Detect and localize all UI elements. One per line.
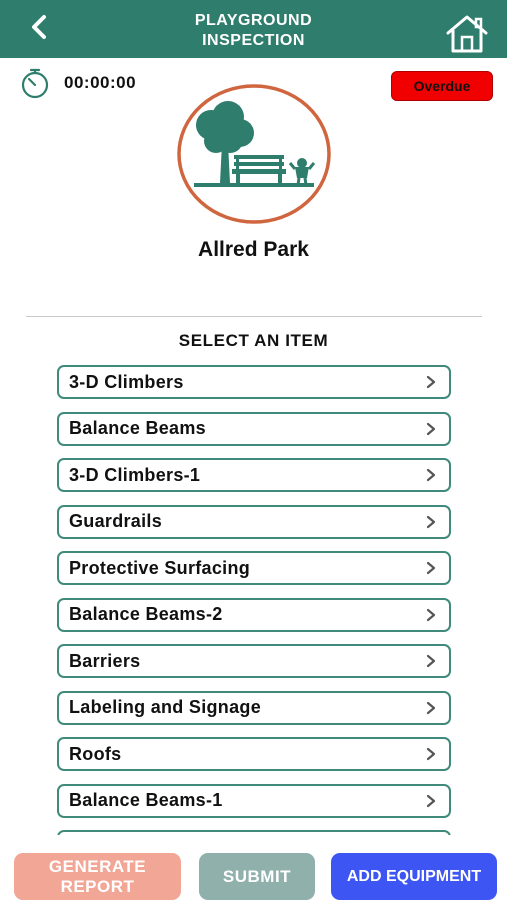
- submit-button[interactable]: SUBMIT: [199, 853, 315, 900]
- list-item[interactable]: Barriers: [57, 644, 451, 678]
- chevron-right-icon: [425, 468, 439, 482]
- chevron-right-icon: [425, 515, 439, 529]
- list-item[interactable]: Roofs: [57, 737, 451, 771]
- list-item-label: 3-D Climbers: [69, 371, 184, 392]
- list-item-label: Balance Beams-2: [69, 604, 223, 624]
- list-item[interactable]: [57, 830, 451, 835]
- chevron-right-icon: [425, 561, 439, 575]
- list-item-label: Guardrails: [69, 511, 163, 531]
- list-item[interactable]: Balance Beams-2: [57, 597, 451, 632]
- generate-report-line-2: REPORT: [60, 876, 135, 896]
- chevron-right-icon: [425, 747, 439, 761]
- generate-report-label: GENERATE REPORT: [49, 857, 146, 897]
- list-item-label: Protective Surfacing: [69, 557, 251, 578]
- chevron-right-icon: [425, 654, 439, 668]
- page-title-line-2: INSPECTION: [202, 32, 305, 49]
- home-icon: [446, 15, 488, 53]
- chevron-right-icon: [425, 375, 439, 389]
- list-item[interactable]: Balance Beams: [57, 411, 451, 446]
- chevron-right-icon: [425, 608, 439, 622]
- list-item[interactable]: Balance Beams-1: [57, 783, 451, 818]
- inspection-timer: 00:00:00: [20, 66, 136, 100]
- generate-report-button[interactable]: GENERATE REPORT: [14, 853, 181, 900]
- timer-value: 00:00:00: [64, 73, 137, 92]
- list-item[interactable]: Protective Surfacing: [57, 551, 451, 585]
- chevron-right-icon: [425, 701, 439, 715]
- list-item-label: Barriers: [69, 650, 141, 671]
- list-item[interactable]: 3-D Climbers: [57, 365, 451, 399]
- list-item[interactable]: Guardrails: [57, 504, 451, 539]
- app-header: PLAYGROUND INSPECTION: [0, 0, 507, 58]
- add-equipment-button[interactable]: ADD EQUIPMENT: [331, 853, 497, 900]
- park-name: Allred Park: [198, 238, 309, 261]
- list-item-label: Balance Beams-1: [69, 790, 223, 810]
- stopwatch-icon: [21, 68, 49, 99]
- list-item[interactable]: 3-D Climbers-1: [57, 458, 451, 492]
- chevron-left-icon: [32, 15, 46, 39]
- page-title: PLAYGROUND INSPECTION: [120, 11, 387, 51]
- park-logo: [176, 83, 332, 225]
- list-item-label: Roofs: [69, 743, 122, 764]
- equipment-list[interactable]: 3-D Climbers Balance Beams 3-D Climbers-…: [57, 365, 451, 835]
- list-item-label: Balance Beams: [69, 418, 206, 438]
- back-button[interactable]: [22, 10, 56, 44]
- list-item[interactable]: Labeling and Signage: [57, 690, 451, 725]
- list-item-label: 3-D Climbers-1: [69, 464, 201, 485]
- page-title-line-1: PLAYGROUND: [194, 12, 313, 29]
- chevron-right-icon: [425, 794, 439, 808]
- park-tree-bench-icon: [177, 84, 331, 224]
- status-badge: Overdue: [391, 71, 493, 101]
- list-title: SELECT AN ITEM: [178, 331, 329, 350]
- chevron-right-icon: [425, 422, 439, 436]
- generate-report-line-1: GENERATE: [48, 856, 147, 876]
- home-button[interactable]: [445, 14, 489, 54]
- section-divider: [26, 316, 482, 317]
- list-item-label: Labeling and Signage: [69, 697, 262, 717]
